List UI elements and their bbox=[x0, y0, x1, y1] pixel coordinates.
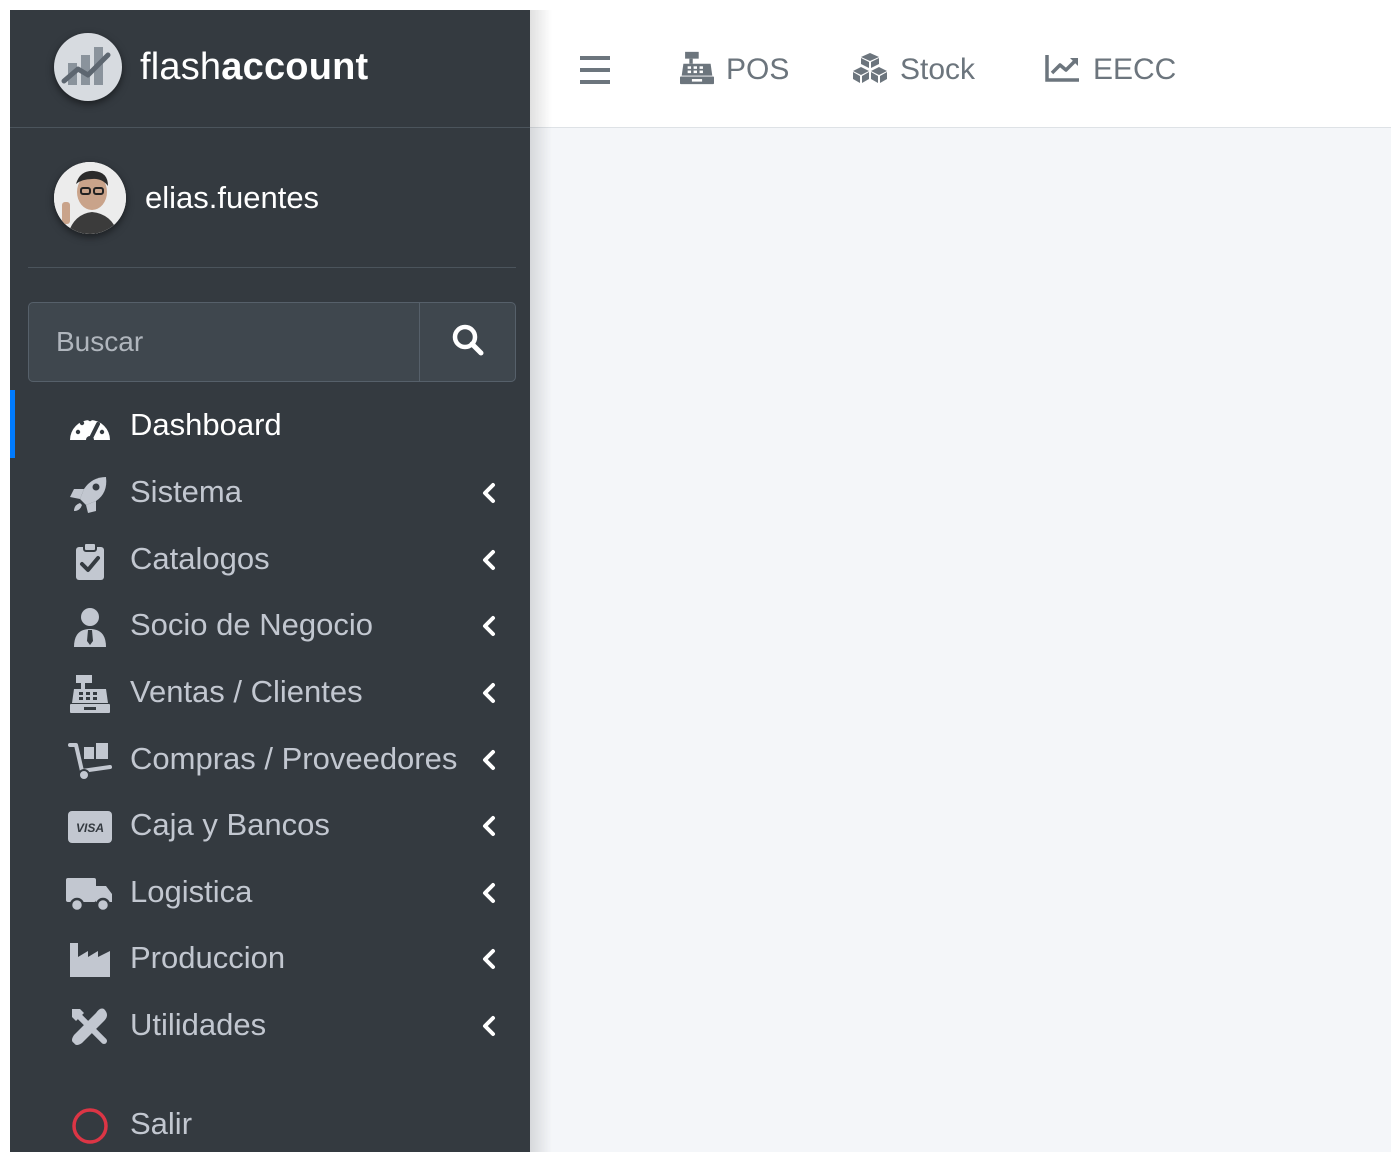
tachometer-icon bbox=[66, 407, 114, 447]
sidebar-item-label: Produccion bbox=[130, 940, 286, 975]
sidebar-item-label: Salir bbox=[130, 1106, 193, 1141]
visa-card-icon: VISA bbox=[66, 807, 114, 847]
sidebar-item-label: Caja y Bancos bbox=[130, 807, 330, 842]
brand-logo bbox=[54, 33, 122, 101]
search-input[interactable] bbox=[29, 303, 419, 381]
chevron-left-icon bbox=[480, 813, 498, 839]
truck-icon bbox=[66, 874, 114, 914]
clipboard-check-icon bbox=[66, 541, 114, 581]
brand-name: flashaccount bbox=[140, 46, 368, 89]
top-link-eecc[interactable]: EECC bbox=[1045, 50, 1176, 90]
user-tie-icon bbox=[66, 607, 114, 647]
top-navbar: POS Stock EECC bbox=[530, 10, 1391, 128]
sidebar-item-label: Sistema bbox=[130, 474, 242, 509]
chevron-left-icon bbox=[480, 480, 498, 506]
sidebar-item-ventas-clientes[interactable]: Ventas / Clientes bbox=[10, 662, 530, 722]
top-link-pos[interactable]: POS bbox=[680, 50, 789, 90]
chevron-left-icon bbox=[480, 613, 498, 639]
window-edge bbox=[0, 0, 10, 1152]
dolly-icon bbox=[66, 741, 114, 781]
rocket-icon bbox=[66, 474, 114, 514]
sidebar-item-label: Utilidades bbox=[130, 1007, 267, 1042]
sidebar-item-label: Dashboard bbox=[130, 407, 282, 442]
sidebar-item-label: Ventas / Clientes bbox=[130, 674, 363, 709]
content-area bbox=[530, 128, 1391, 1152]
sidebar-toggle-button[interactable] bbox=[580, 53, 612, 87]
svg-text:VISA: VISA bbox=[76, 821, 104, 835]
chevron-left-icon bbox=[480, 747, 498, 773]
sidebar-item-dashboard[interactable]: Dashboard bbox=[10, 395, 530, 455]
sidebar-item-produccion[interactable]: Produccion bbox=[10, 928, 530, 988]
sidebar-item-compras-proveedores[interactable]: Compras / Proveedores bbox=[10, 729, 530, 789]
sidebar-search bbox=[28, 302, 516, 382]
chevron-left-icon bbox=[480, 880, 498, 906]
industry-icon bbox=[66, 940, 114, 980]
top-link-label: POS bbox=[726, 53, 790, 86]
top-link-label: Stock bbox=[900, 53, 976, 86]
search-icon bbox=[450, 322, 486, 363]
sidebar-item-logistica[interactable]: Logistica bbox=[10, 862, 530, 922]
sidebar-item-salir[interactable]: Salir bbox=[10, 1094, 530, 1152]
sidebar-item-caja-y-bancos[interactable]: VISA Caja y Bancos bbox=[10, 795, 530, 855]
sidebar-item-label: Logistica bbox=[130, 874, 253, 909]
chevron-left-icon bbox=[480, 946, 498, 972]
chevron-left-icon bbox=[480, 680, 498, 706]
user-name[interactable]: elias.fuentes bbox=[145, 180, 319, 216]
sidebar-item-socio-de-negocio[interactable]: Socio de Negocio bbox=[10, 595, 530, 655]
brand-name-light: flash bbox=[140, 46, 222, 88]
sidebar-item-utilidades[interactable]: Utilidades bbox=[10, 995, 530, 1055]
tools-icon bbox=[66, 1007, 114, 1047]
search-button[interactable] bbox=[419, 303, 515, 381]
sidebar-item-label: Socio de Negocio bbox=[130, 607, 373, 642]
user-panel: elias.fuentes bbox=[28, 128, 516, 268]
avatar[interactable] bbox=[54, 162, 126, 234]
cash-register-icon bbox=[680, 51, 714, 90]
chevron-left-icon bbox=[480, 1013, 498, 1039]
sidebar-item-label: Catalogos bbox=[130, 541, 270, 576]
sidebar-item-sistema[interactable]: Sistema bbox=[10, 462, 530, 522]
top-link-label: EECC bbox=[1093, 53, 1177, 86]
chevron-left-icon bbox=[480, 547, 498, 573]
circle-icon bbox=[66, 1106, 114, 1146]
cash-register-icon bbox=[66, 674, 114, 714]
top-link-stock[interactable]: Stock bbox=[852, 50, 975, 90]
brand-link[interactable]: flashaccount bbox=[10, 10, 530, 128]
sidebar-item-catalogos[interactable]: Catalogos bbox=[10, 529, 530, 589]
chart-line-icon bbox=[1045, 53, 1081, 88]
brand-name-bold: account bbox=[221, 46, 369, 88]
hamburger-icon bbox=[580, 56, 612, 91]
sidebar-item-label: Compras / Proveedores bbox=[130, 741, 458, 776]
sidebar: flashaccount elias.fuentes Buscar Dashbo… bbox=[10, 10, 530, 1152]
cubes-icon bbox=[852, 52, 888, 89]
